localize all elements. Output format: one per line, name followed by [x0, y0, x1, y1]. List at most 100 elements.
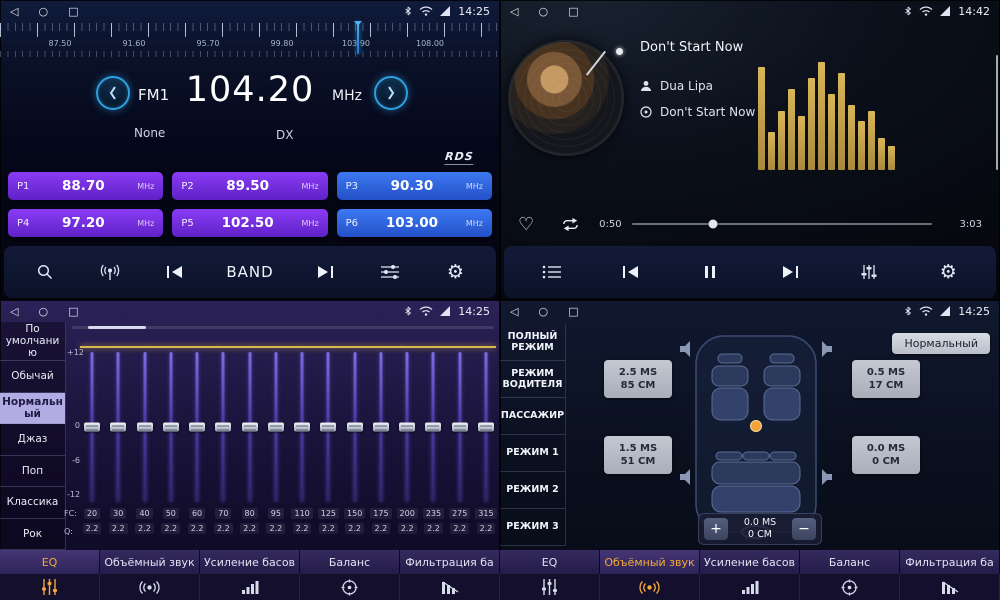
next-track-button[interactable]	[776, 265, 804, 279]
equalizer-shortcut-button[interactable]	[855, 264, 883, 280]
slider-knob[interactable]	[425, 423, 441, 432]
band-slider[interactable]	[474, 352, 498, 502]
slider-knob[interactable]	[137, 423, 153, 432]
band-slider[interactable]	[290, 352, 314, 502]
tab-balance[interactable]: Баланс	[300, 550, 400, 574]
mode-3[interactable]: РЕЖИМ 3	[500, 509, 565, 546]
tab-bass-boost-iconbtn[interactable]	[700, 574, 800, 600]
band-slider[interactable]	[80, 352, 104, 502]
eq-preset-jazz[interactable]: Джаз	[0, 424, 65, 455]
eq-preset-normal[interactable]: Нормальный	[0, 393, 65, 424]
seek-knob[interactable]	[708, 220, 717, 229]
mode-2[interactable]: РЕЖИМ 2	[500, 472, 565, 509]
tab-surround[interactable]: Объёмный звук	[100, 550, 200, 574]
mode-passenger[interactable]: ПАССАЖИР	[500, 398, 565, 435]
tab-eq[interactable]: EQ	[0, 550, 100, 574]
scan-button[interactable]	[31, 263, 59, 281]
nav-recents-icon[interactable]: □	[568, 5, 578, 18]
eq-preset-classic[interactable]: Классика	[0, 487, 65, 518]
previous-track-button[interactable]	[617, 265, 645, 279]
preset-button-5[interactable]: P5 102.50 MHz	[172, 209, 327, 237]
slider-knob[interactable]	[478, 423, 494, 432]
eq-preset-pop[interactable]: Поп	[0, 456, 65, 487]
tab-bass-boost[interactable]: Усиление басов	[200, 550, 300, 574]
band-slider[interactable]	[421, 352, 445, 502]
tab-surround-iconbtn[interactable]	[100, 574, 200, 600]
slider-knob[interactable]	[110, 423, 126, 432]
scroll-indicator[interactable]	[72, 326, 494, 329]
tab-bass-boost-iconbtn[interactable]	[200, 574, 300, 600]
tab-balance-iconbtn[interactable]	[300, 574, 400, 600]
broadcast-button[interactable]	[96, 264, 124, 281]
tab-filter-iconbtn[interactable]	[900, 574, 1000, 600]
tab-filter[interactable]: Фильтрация ба	[400, 550, 500, 574]
nav-home-icon[interactable]: ○	[538, 305, 548, 318]
band-slider[interactable]	[133, 352, 157, 502]
band-slider[interactable]	[159, 352, 183, 502]
slider-knob[interactable]	[320, 423, 336, 432]
tab-eq-iconbtn[interactable]	[500, 574, 600, 600]
tune-up-button[interactable]	[374, 76, 408, 110]
favorite-button[interactable]: ♡	[518, 214, 534, 235]
tab-surround[interactable]: Объёмный звук	[600, 550, 700, 574]
slider-knob[interactable]	[242, 423, 258, 432]
slider-knob[interactable]	[347, 423, 363, 432]
tune-down-button[interactable]	[96, 76, 130, 110]
slider-knob[interactable]	[294, 423, 310, 432]
mode-full[interactable]: ПОЛНЫЙ РЕЖИМ	[500, 324, 565, 361]
preset-button-4[interactable]: P4 97.20 MHz	[8, 209, 163, 237]
delay-rear-left[interactable]: 1.5 MS 51 CM	[604, 436, 672, 474]
eq-preset-custom[interactable]: Обычай	[0, 361, 65, 392]
band-slider[interactable]	[343, 352, 367, 502]
preset-button-3[interactable]: P3 90.30 MHz	[337, 172, 492, 200]
mode-driver[interactable]: РЕЖИМ ВОДИТЕЛЯ	[500, 361, 565, 398]
preset-button-1[interactable]: P1 88.70 MHz	[8, 172, 163, 200]
nav-home-icon[interactable]: ○	[38, 5, 48, 18]
eq-preset-rock[interactable]: Рок	[0, 519, 65, 550]
settings-button[interactable]: ⚙	[934, 263, 962, 282]
scroll-indicator[interactable]	[996, 55, 998, 170]
pause-button[interactable]	[696, 265, 724, 279]
audio-settings-button[interactable]	[376, 264, 404, 280]
repeat-button[interactable]	[560, 217, 581, 232]
band-slider[interactable]	[316, 352, 340, 502]
slider-knob[interactable]	[268, 423, 284, 432]
band-slider[interactable]	[106, 352, 130, 502]
nav-home-icon[interactable]: ○	[538, 5, 548, 18]
tab-eq[interactable]: EQ	[500, 550, 600, 574]
increase-delay-button[interactable]: +	[704, 518, 728, 540]
nav-recents-icon[interactable]: □	[68, 5, 78, 18]
band-slider[interactable]	[185, 352, 209, 502]
decrease-delay-button[interactable]: −	[792, 518, 816, 540]
delay-front-left[interactable]: 2.5 MS 85 CM	[604, 360, 672, 398]
preset-button-2[interactable]: P2 89.50 MHz	[172, 172, 327, 200]
mode-1[interactable]: РЕЖИМ 1	[500, 435, 565, 472]
nav-recents-icon[interactable]: □	[568, 305, 578, 318]
settings-button[interactable]: ⚙	[441, 263, 469, 282]
slider-knob[interactable]	[399, 423, 415, 432]
previous-station-button[interactable]	[161, 265, 189, 279]
nav-home-icon[interactable]: ○	[38, 305, 48, 318]
nav-recents-icon[interactable]: □	[68, 305, 78, 318]
tab-surround-iconbtn[interactable]	[600, 574, 700, 600]
slider-knob[interactable]	[373, 423, 389, 432]
seek-bar[interactable]	[632, 217, 932, 231]
playlist-button[interactable]	[538, 265, 566, 279]
band-slider[interactable]	[264, 352, 288, 502]
band-slider[interactable]	[238, 352, 262, 502]
nav-back-icon[interactable]: ◁	[510, 5, 518, 18]
tab-eq-iconbtn[interactable]	[0, 574, 100, 600]
band-button[interactable]: BAND	[226, 263, 273, 281]
nav-back-icon[interactable]: ◁	[10, 305, 18, 318]
band-slider[interactable]	[448, 352, 472, 502]
slider-knob[interactable]	[163, 423, 179, 432]
preset-button-6[interactable]: P6 103.00 MHz	[337, 209, 492, 237]
nav-back-icon[interactable]: ◁	[510, 305, 518, 318]
frequency-dial-ruler[interactable]	[0, 23, 500, 37]
delay-rear-right[interactable]: 0.0 MS 0 CM	[852, 436, 920, 474]
band-slider[interactable]	[211, 352, 235, 502]
tab-balance-iconbtn[interactable]	[800, 574, 900, 600]
nav-back-icon[interactable]: ◁	[10, 5, 18, 18]
eq-preset-default[interactable]: По умолчанию	[0, 322, 65, 361]
slider-knob[interactable]	[189, 423, 205, 432]
